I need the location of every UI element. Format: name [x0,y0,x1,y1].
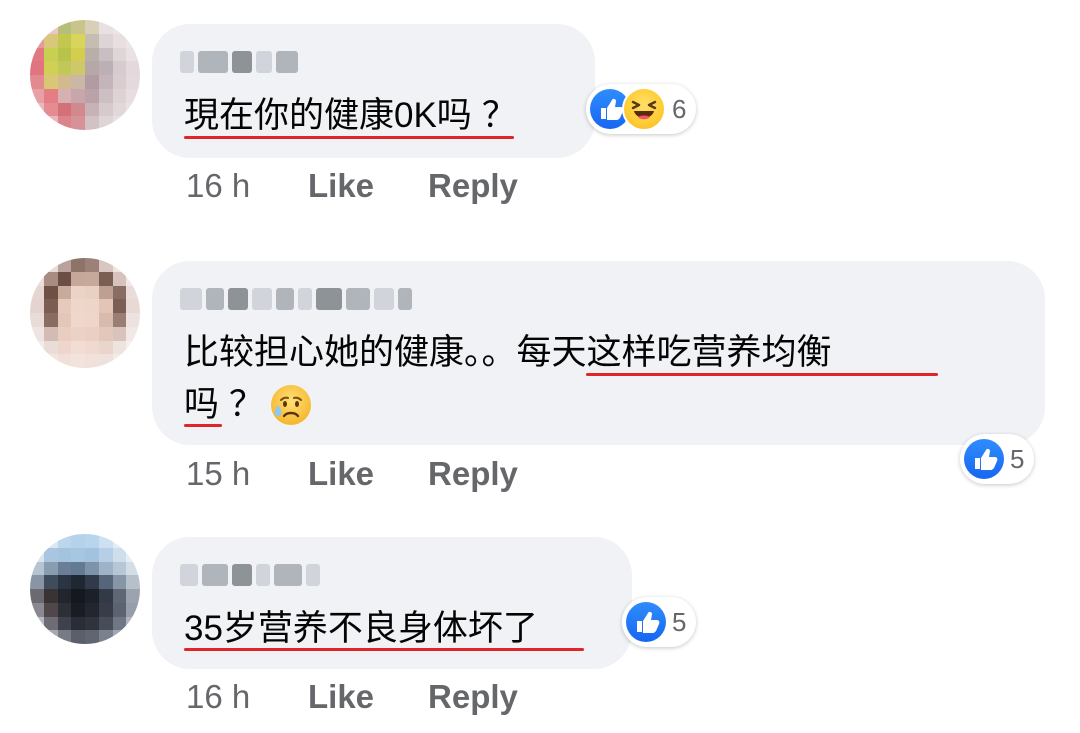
comment-text: 現在你的健康0K吗？ [184,90,517,142]
author-name-blurred[interactable] [180,559,320,591]
comment-text-underlined: 現在你的健康0K吗 [184,96,472,135]
reaction-summary[interactable]: 5 [960,434,1035,484]
comment-text-punct: ？ [481,96,517,135]
comment-text: 比较担心她的健康。。每天这样吃营养均衡 [184,327,832,379]
like-button[interactable]: Like [308,678,374,716]
comment-timestamp[interactable]: 16 h [186,678,308,716]
avatar[interactable] [30,258,140,368]
reaction-count: 5 [672,606,687,637]
reaction-summary[interactable]: 6 [586,84,697,134]
like-reaction-icon [626,602,666,642]
red-underline [184,136,514,139]
red-underline [184,648,584,651]
like-button[interactable]: Like [308,167,374,205]
avatar[interactable] [30,20,140,130]
sad-tear-emoji-icon [270,384,312,426]
comment-bubble: 35岁营养不良身体坏了 [152,537,632,669]
author-name-blurred[interactable] [180,46,298,78]
comment-actions: 15 h Like Reply [186,455,572,493]
comment-timestamp[interactable]: 15 h [186,455,308,493]
haha-reaction-icon [622,87,666,131]
comment-text-plain: 比较担心她的健康。。 [184,333,517,372]
like-button[interactable]: Like [308,455,374,493]
reaction-count: 6 [672,93,687,124]
like-reaction-icon [964,439,1004,479]
comment-actions: 16 h Like Reply [186,167,572,205]
comment-timestamp[interactable]: 16 h [186,167,308,205]
red-underline [184,424,222,427]
comment-bubble: 現在你的健康0K吗？ [152,24,595,158]
author-name-blurred[interactable] [180,283,412,315]
reply-button[interactable]: Reply [428,455,518,493]
comment-text-underlined: 每天这样吃营养均衡 [516,333,832,372]
reply-button[interactable]: Reply [428,678,518,716]
comment-text-punct: ？ [229,385,265,424]
comment-bubble: 比较担心她的健康。。每天这样吃营养均衡 吗？ [152,261,1045,445]
red-underline [586,373,938,376]
reaction-summary[interactable]: 5 [622,597,697,647]
comment-actions: 16 h Like Reply [186,678,572,716]
reaction-count: 5 [1010,443,1025,474]
reply-button[interactable]: Reply [428,167,518,205]
avatar[interactable] [30,534,140,644]
comment-text-underlined: 35岁营养不良身体坏了 [184,609,538,648]
